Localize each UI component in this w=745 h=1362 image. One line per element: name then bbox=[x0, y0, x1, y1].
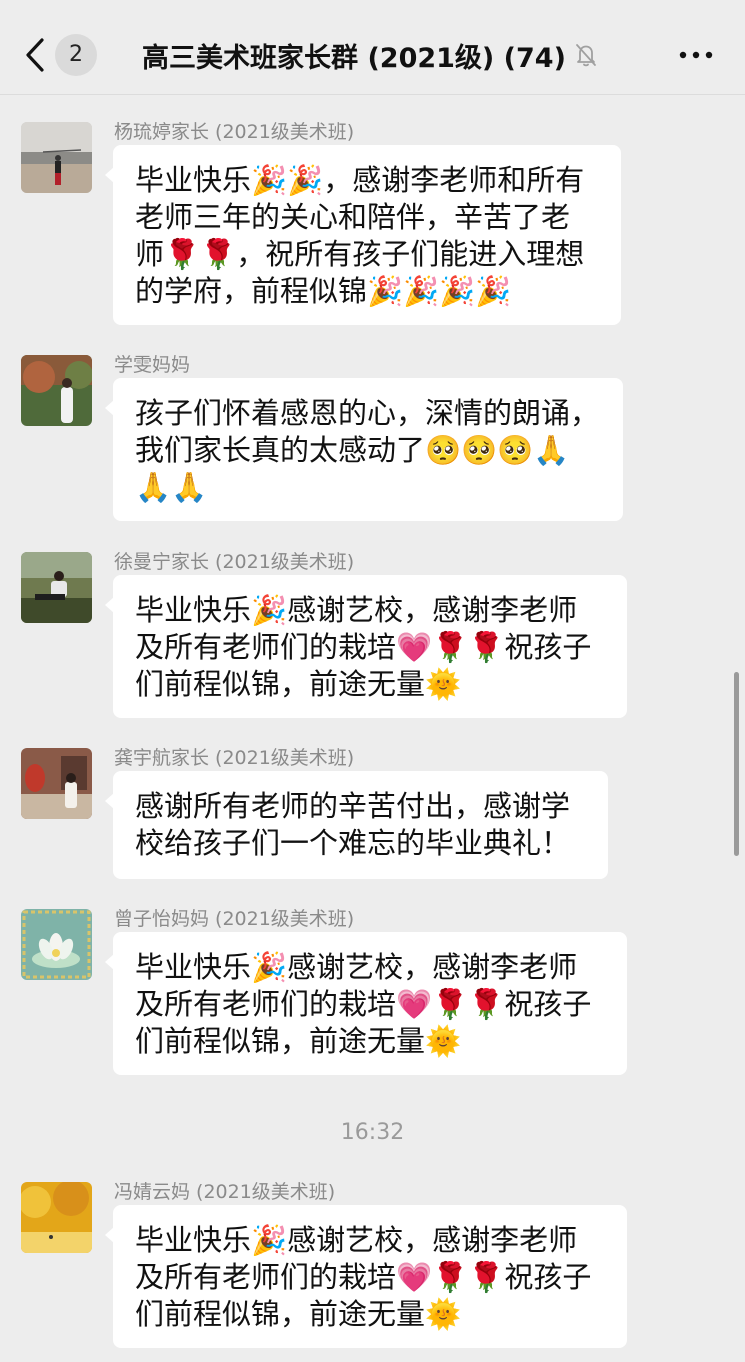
avatar[interactable] bbox=[21, 122, 92, 193]
message-bubble[interactable]: 毕业快乐🎉感谢艺校，感谢李老师 及所有老师们的栽培💗🌹🌹祝孩子 们前程似锦，前途… bbox=[105, 575, 627, 718]
message-text: 毕业快乐🎉感谢艺校，感谢李老师 bbox=[135, 950, 578, 984]
message-bubble[interactable]: 毕业快乐🎉🎉，感谢李老师和所有 老师三年的关心和陪伴，辛苦了老 师🌹🌹，祝所有孩… bbox=[105, 145, 621, 325]
message-text: 校给孩子们一个难忘的毕业典礼！ bbox=[135, 826, 571, 860]
avatar[interactable] bbox=[21, 552, 92, 623]
message-text: 感谢所有老师的辛苦付出，感谢学 bbox=[135, 789, 571, 823]
scrollbar[interactable] bbox=[734, 672, 739, 856]
message-text: 及所有老师们的栽培💗🌹🌹祝孩子 bbox=[135, 987, 592, 1021]
avatar[interactable] bbox=[21, 909, 92, 980]
message-text: 们前程似锦，前途无量🌞 bbox=[135, 1024, 462, 1058]
more-options-button[interactable] bbox=[678, 42, 714, 68]
message-text: 孩子们怀着感恩的心，深情的朗诵， bbox=[135, 396, 600, 430]
message-bubble[interactable]: 毕业快乐🎉感谢艺校，感谢李老师 及所有老师们的栽培💗🌹🌹祝孩子 们前程似锦，前途… bbox=[105, 932, 627, 1075]
message-bubble[interactable]: 毕业快乐🎉感谢艺校，感谢李老师 及所有老师们的栽培💗🌹🌹祝孩子 们前程似锦，前途… bbox=[105, 1205, 627, 1348]
message-text: 🙏🙏 bbox=[135, 470, 208, 504]
message-bubble[interactable]: 感谢所有老师的辛苦付出，感谢学 校给孩子们一个难忘的毕业典礼！ bbox=[105, 771, 608, 879]
sender-name: 学雯妈妈 bbox=[114, 354, 191, 376]
message-text: 的学府，前程似锦🎉🎉🎉🎉 bbox=[135, 274, 512, 308]
message-text: 毕业快乐🎉感谢艺校，感谢李老师 bbox=[135, 1223, 578, 1257]
message-timestamp: 16:32 bbox=[340, 1120, 405, 1145]
message-text: 毕业快乐🎉感谢艺校，感谢李老师 bbox=[135, 593, 578, 627]
message-text: 们前程似锦，前途无量🌞 bbox=[135, 667, 462, 701]
sender-name: 曾子怡妈妈 (2021级美术班) bbox=[114, 908, 355, 930]
message-text: 老师三年的关心和陪伴，辛苦了老 bbox=[135, 200, 571, 234]
sender-name: 龚宇航家长 (2021级美术班) bbox=[114, 747, 355, 769]
sender-name: 冯婧云妈 (2021级美术班) bbox=[114, 1181, 336, 1203]
message-text: 毕业快乐🎉🎉，感谢李老师和所有 bbox=[135, 163, 585, 197]
avatar[interactable] bbox=[21, 748, 92, 819]
bell-muted-icon bbox=[576, 44, 596, 67]
chat-title: 高三美术班家长群 (2021级) (74) bbox=[142, 42, 566, 74]
message-text: 们前程似锦，前途无量🌞 bbox=[135, 1297, 462, 1331]
message-text: 及所有老师们的栽培💗🌹🌹祝孩子 bbox=[135, 1260, 592, 1294]
sender-name: 杨琉婷家长 (2021级美术班) bbox=[114, 121, 355, 143]
chat-title-area[interactable]: 高三美术班家长群 (2021级) (74) bbox=[110, 32, 630, 78]
back-button[interactable] bbox=[22, 32, 52, 78]
avatar[interactable] bbox=[21, 1182, 92, 1253]
unread-count-badge: 2 bbox=[55, 34, 97, 76]
sender-name: 徐曼宁家长 (2021级美术班) bbox=[114, 551, 355, 573]
chat-header: 2 高三美术班家长群 (2021级) (74) bbox=[0, 0, 745, 95]
message-text: 师🌹🌹，祝所有孩子们能进入理想 bbox=[135, 237, 585, 271]
avatar[interactable] bbox=[21, 355, 92, 426]
message-text: 及所有老师们的栽培💗🌹🌹祝孩子 bbox=[135, 630, 592, 664]
more-dots-icon bbox=[679, 51, 713, 59]
message-text: 我们家长真的太感动了🥺🥺🥺🙏 bbox=[135, 433, 570, 467]
chevron-left-icon bbox=[26, 38, 44, 72]
message-bubble[interactable]: 孩子们怀着感恩的心，深情的朗诵， 我们家长真的太感动了🥺🥺🥺🙏 🙏🙏 bbox=[105, 378, 623, 521]
